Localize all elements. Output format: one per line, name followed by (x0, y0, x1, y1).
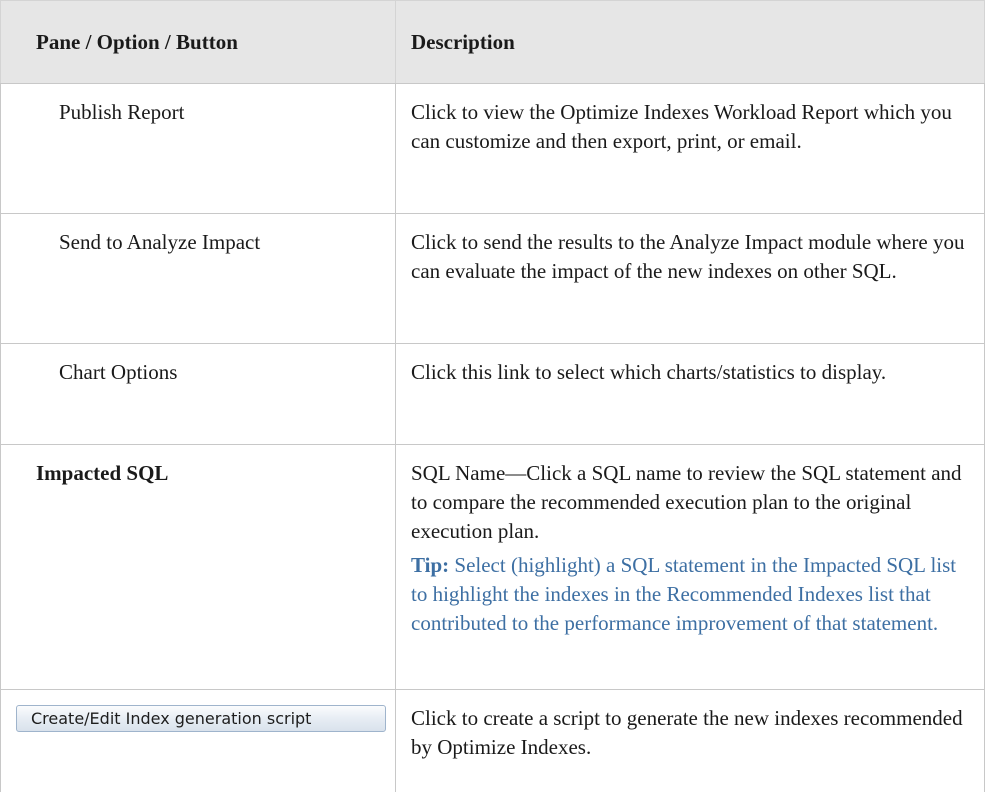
table-row: Create/Edit Index generation script Clic… (0, 689, 985, 792)
table-row: Impacted SQL SQL Name—Click a SQL name t… (0, 444, 985, 690)
create-edit-index-generation-script-button[interactable]: Create/Edit Index generation script (16, 705, 386, 732)
options-table: Pane / Option / Button Description Publi… (0, 0, 985, 792)
table-header-row: Pane / Option / Button Description (0, 0, 985, 84)
description-impacted-sql: SQL Name—Click a SQL name to review the … (395, 444, 985, 690)
impacted-sql-text: SQL Name—Click a SQL name to review the … (411, 461, 962, 543)
tip-note: Tip: Select (highlight) a SQL statement … (411, 551, 972, 638)
description-create-edit-script: Click to create a script to generate the… (395, 689, 985, 792)
header-description: Description (395, 0, 985, 84)
tip-label: Tip: (411, 553, 450, 577)
table-row: Chart Options Click this link to select … (0, 343, 985, 445)
option-chart-options: Chart Options (0, 343, 396, 445)
description-publish-report: Click to view the Optimize Indexes Workl… (395, 83, 985, 214)
option-create-edit-script-cell: Create/Edit Index generation script (0, 689, 396, 792)
header-pane-option-button: Pane / Option / Button (0, 0, 396, 84)
description-send-to-analyze-impact: Click to send the results to the Analyze… (395, 213, 985, 344)
option-send-to-analyze-impact: Send to Analyze Impact (0, 213, 396, 344)
tip-text: Select (highlight) a SQL statement in th… (411, 553, 957, 635)
table-row: Publish Report Click to view the Optimiz… (0, 83, 985, 214)
option-impacted-sql: Impacted SQL (0, 444, 396, 690)
table-row: Send to Analyze Impact Click to send the… (0, 213, 985, 344)
description-chart-options: Click this link to select which charts/s… (395, 343, 985, 445)
option-publish-report: Publish Report (0, 83, 396, 214)
